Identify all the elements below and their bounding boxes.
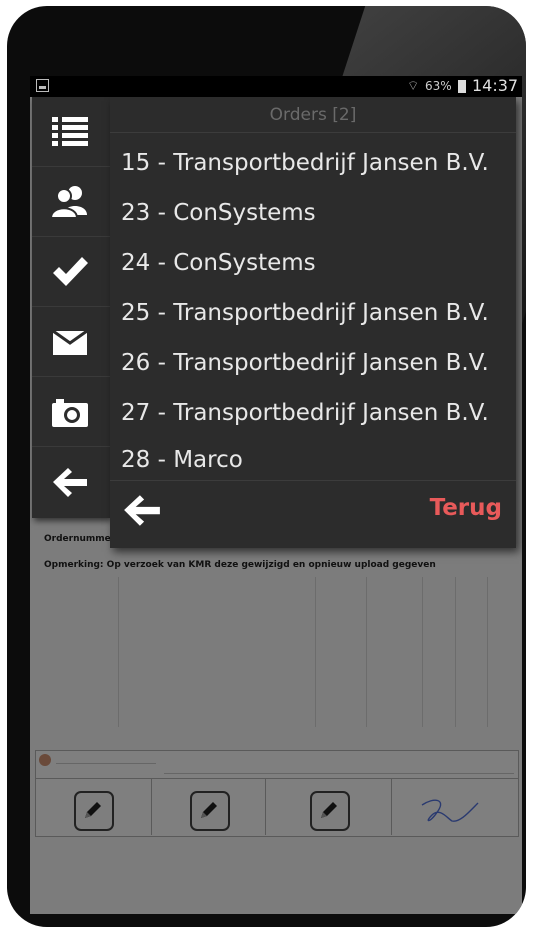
side-menu [32,97,110,518]
menu-done[interactable] [32,237,110,307]
mail-icon [52,329,88,355]
order-item[interactable]: 27 - Transportbedrijf Jansen B.V. [110,388,516,438]
order-item[interactable]: 25 - Transportbedrijf Jansen B.V. [110,288,516,338]
checkmark-icon [53,257,88,286]
contacts-icon [50,186,87,219]
menu-camera[interactable] [32,377,110,447]
screen: ⌔ 63% 14:37 Ordernummer: Opmerking: Op v… [30,76,522,914]
menu-overlay: Orders [2] 15 - Transportbedrijf Jansen … [30,97,522,914]
order-item[interactable]: 28 - Marco [110,438,516,480]
back-arrow-icon [53,468,87,497]
menu-contacts[interactable] [32,167,110,237]
battery-percentage: 63% [425,79,452,93]
menu-messages[interactable] [32,307,110,377]
orders-dialog: Orders [2] 15 - Transportbedrijf Jansen … [110,97,516,548]
phone-frame: ⌔ 63% 14:37 Ordernummer: Opmerking: Op v… [7,6,526,927]
order-item[interactable]: 24 - ConSystems [110,238,516,288]
clock: 14:37 [472,76,519,95]
terug-button[interactable]: Terug [430,495,502,521]
back-arrow-icon [124,495,160,526]
order-item[interactable]: 26 - Transportbedrijf Jansen B.V. [110,338,516,388]
status-bar: ⌔ 63% 14:37 [30,76,522,97]
wifi-icon: ⌔ [407,79,420,94]
order-item[interactable]: 23 - ConSystems [110,188,516,238]
order-item[interactable]: 15 - Transportbedrijf Jansen B.V. [110,138,516,188]
image-notification-icon [36,79,49,92]
dialog-back-button[interactable] [120,490,168,538]
battery-icon [458,80,466,93]
divider [110,480,516,481]
menu-back[interactable] [32,447,110,516]
menu-orders[interactable] [32,97,110,167]
list-icon [52,117,88,146]
orders-title: Orders [2] [110,97,516,133]
camera-icon [52,399,88,427]
